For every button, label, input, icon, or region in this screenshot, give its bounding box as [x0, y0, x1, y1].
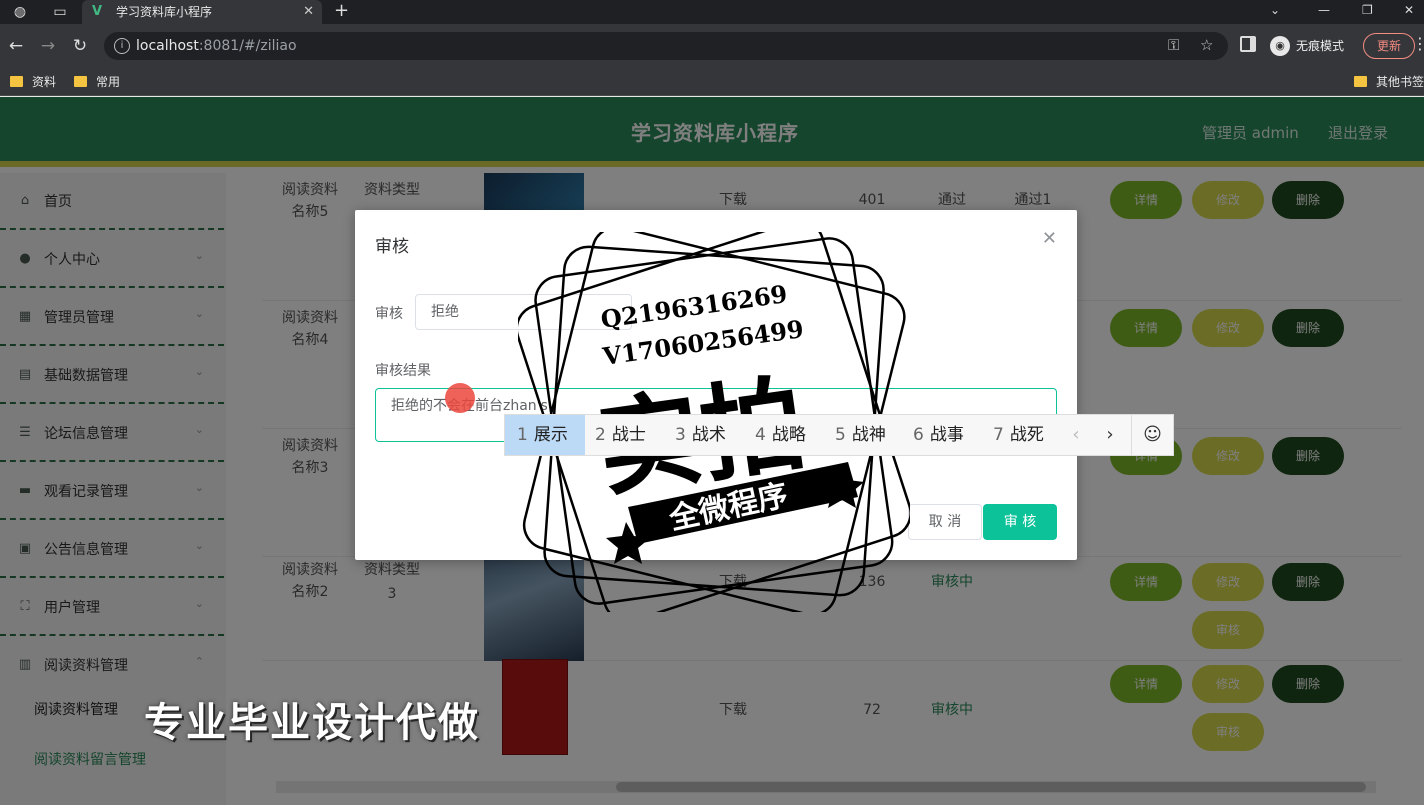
bookmark-star-icon[interactable]: ☆ — [1200, 36, 1213, 54]
candidate-text: 战事 — [929, 425, 964, 445]
candidate-number: 3 — [675, 425, 686, 445]
ime-candidate[interactable]: 6 战事 — [913, 415, 964, 455]
reload-icon[interactable]: ↻ — [68, 34, 92, 58]
side-panel-icon[interactable] — [1240, 36, 1256, 52]
candidate-text: 展示 — [533, 425, 568, 445]
ime-candidate-bar: 1 展示 2 战士 3 战术 4 战略 5 战神 6 战事 7 战死 ‹ › ☺ — [504, 414, 1174, 456]
site-info-icon[interactable]: i — [114, 38, 130, 54]
cancel-button[interactable]: 取 消 — [908, 504, 982, 540]
bookmarks-bar: 资料 常用 其他书签 — [0, 68, 1424, 96]
chevron-right-icon[interactable]: › — [1093, 415, 1127, 455]
key-icon[interactable]: ⚿ — [1168, 36, 1179, 54]
ime-candidate[interactable]: 1 展示 — [505, 415, 585, 455]
candidate-text: 战略 — [771, 425, 806, 445]
url-field[interactable]: i localhost:8081/#/ziliao ⚿ ☆ — [104, 32, 1228, 60]
candidate-number: 5 — [835, 425, 846, 445]
globe-icon[interactable]: ◍ — [10, 2, 30, 22]
ime-candidate[interactable]: 7 战死 — [993, 415, 1044, 455]
tab-search-icon[interactable]: ⌄ — [1270, 0, 1280, 20]
maximize-icon[interactable]: ❐ — [1362, 0, 1373, 20]
bookmark-label: 常用 — [96, 75, 121, 89]
url-host: localhost — [136, 38, 199, 54]
close-window-icon[interactable]: ✕ — [1404, 0, 1414, 20]
more-menu-icon[interactable]: ⋮ — [1412, 34, 1424, 53]
close-icon[interactable]: ✕ — [1042, 228, 1057, 249]
ime-candidate[interactable]: 5 战神 — [835, 415, 886, 455]
update-button[interactable]: 更新 — [1363, 33, 1415, 59]
back-icon[interactable]: ← — [4, 34, 28, 58]
new-tab-icon[interactable]: + — [334, 0, 349, 22]
emoji-icon[interactable]: ☺ — [1131, 415, 1173, 455]
bookmark-folder[interactable]: 常用 — [74, 72, 120, 92]
candidate-text: 战死 — [1009, 425, 1044, 445]
bookmark-label: 资料 — [32, 75, 57, 89]
tab-title: 学习资料库小程序 — [116, 5, 213, 19]
bookmark-label: 其他书签 — [1376, 75, 1424, 89]
candidate-number: 4 — [755, 425, 766, 445]
result-label: 审核结果 — [375, 363, 431, 379]
incognito-icon: ◉ — [1270, 36, 1290, 56]
watermark-bottom-text: 专业毕业设计代做 — [144, 700, 480, 746]
folder-icon — [1354, 76, 1367, 87]
ime-candidate[interactable]: 3 战术 — [675, 415, 726, 455]
incognito-label: 无痕模式 — [1296, 39, 1345, 53]
review-select-value: 拒绝 — [431, 304, 459, 320]
browser-tab-bar: ◍ ▭ V 学习资料库小程序 ✕ + ⌄ — ❐ ✕ — [0, 0, 1424, 24]
submit-review-button[interactable]: 审 核 — [983, 504, 1057, 540]
folder-icon — [74, 76, 87, 87]
candidate-number: 7 — [993, 425, 1004, 445]
bookmark-folder[interactable]: 资料 — [10, 72, 56, 92]
candidate-text: 战士 — [611, 425, 646, 445]
window-icon[interactable]: ▭ — [50, 2, 70, 22]
forward-icon[interactable]: → — [36, 34, 60, 58]
vue-logo-icon: V — [92, 4, 103, 19]
other-bookmarks[interactable]: 其他书签 — [1354, 72, 1424, 92]
chevron-left-icon[interactable]: ‹ — [1059, 415, 1093, 455]
ime-candidate[interactable]: 4 战略 — [755, 415, 806, 455]
browser-tab[interactable]: V 学习资料库小程序 ✕ — [82, 0, 322, 24]
candidate-text: 战神 — [851, 425, 886, 445]
address-bar: ← → ↻ i localhost:8081/#/ziliao ⚿ ☆ ◉ 无痕… — [0, 24, 1424, 68]
ime-candidate[interactable]: 2 战士 — [595, 415, 646, 455]
url-path: :8081/#/ziliao — [198, 38, 297, 54]
candidate-number: 1 — [517, 425, 528, 445]
incognito-indicator[interactable]: ◉ 无痕模式 — [1270, 32, 1344, 60]
candidate-number: 6 — [913, 425, 924, 445]
dialog-title: 审核 — [375, 237, 409, 257]
candidate-number: 2 — [595, 425, 606, 445]
review-label: 审核 — [375, 306, 403, 322]
cursor-highlight — [445, 383, 475, 413]
minimize-icon[interactable]: — — [1318, 0, 1330, 20]
tab-close-icon[interactable]: ✕ — [303, 0, 314, 24]
folder-icon — [10, 76, 23, 87]
candidate-text: 战术 — [691, 425, 726, 445]
